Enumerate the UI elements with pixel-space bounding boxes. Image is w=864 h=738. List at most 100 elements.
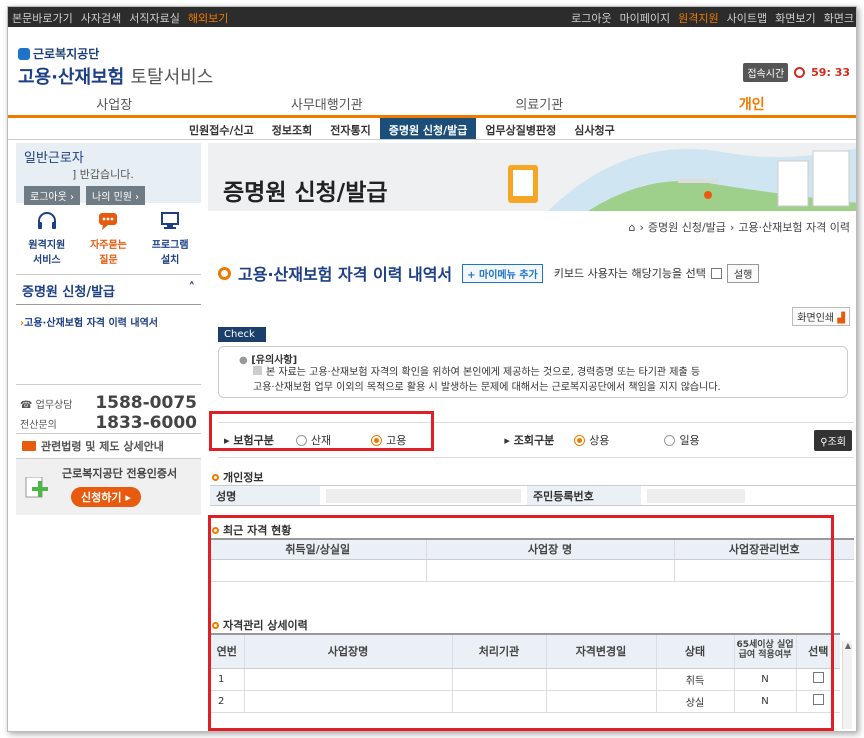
scroll-up-icon[interactable]: ▲ [843,641,853,653]
remote-support-link[interactable]: 원격지원 [678,10,718,26]
notice-line1: 본 자료는 고용·산재보험 자격의 확인을 위하여 본인에게 제공하는 것으로,… [266,367,701,378]
sidebar-item-label: 고용·산재보험 자격 이력 내역서 [24,318,158,329]
certificate-apply-button[interactable]: 신청하기 ▸ [71,487,141,507]
radio-ilyong[interactable]: 일용 [664,432,700,448]
notice-content: ● [유의사항] 본 자료는 고용·산재보험 자격의 확인을 위하여 본인에게 … [218,346,848,398]
logo-suffix: 토탈서비스 [130,67,214,88]
certificate-panel: 근로복지공단 전용인증서 신청하기 ▸ [16,459,201,515]
title-ring-icon [218,266,231,280]
chevron-up-icon: ˄ [188,281,196,296]
radio-ilyong-circle[interactable] [664,434,676,446]
top-utility-bar: 본문바로가기 사자검색 서직자료실 해외보기 로그아웃 마이페이지 원격지원 사… [8,7,856,27]
faq-button[interactable]: 자주묻는 질문 [80,211,136,274]
my-petition-button[interactable]: 나의 민원 › [86,186,146,205]
phone1-number: 1588-0075 [95,393,197,413]
program-label2: 설치 [160,255,180,266]
screen-view-link[interactable]: 화면보기 [775,10,815,26]
subnav-certificate[interactable]: 증명원 신청/발급 [379,118,477,139]
notice-square-icon [253,366,262,375]
subnav-info[interactable]: 정보조회 [263,118,321,139]
sitemap-link[interactable]: 사이트맵 [727,10,767,26]
setting-button[interactable]: 설행 [726,263,760,283]
phone2-label: 전산문의 [20,420,57,431]
rrn-header: 주민등록번호 [527,485,641,506]
tab-business[interactable]: 사업장 [8,91,221,115]
law-guide-link[interactable]: 관련법령 및 제도 상세안내 [16,433,201,459]
tab-agency[interactable]: 사무대행기관 [221,91,434,115]
add-mymenu-label: 마이메뉴 추가 [479,269,538,281]
faq-label1: 자주묻는 [90,240,127,251]
chat-bubble-icon [99,213,118,230]
session-timer: 접속시간 59: 33 [743,63,850,82]
tab-personal[interactable]: 개인 [646,91,857,115]
quick-links: 원격지원 서비스 자주묻는 질문 프로그램 설치 [16,211,201,275]
print-button[interactable]: 화면인쇄 ▟ [792,307,850,326]
add-mymenu-button[interactable]: + 마이메뉴 추가 [462,263,543,283]
my-petition-label: 나의 민원 [92,192,132,203]
rrn-value [647,488,745,503]
logo-org-name: 근로복지공단 [33,47,100,61]
home-icon[interactable]: ⌂ [628,221,635,234]
subnav-disease[interactable]: 업무상질병판정 [476,118,565,139]
skip-to-content-link[interactable]: 본문바로가기 [12,10,73,26]
clock-icon [794,67,806,78]
page-banner: 증명원 신청/발급 [208,143,856,211]
radio-sangyong-label: 상용 [589,434,610,447]
remote-support-label2: 서비스 [33,255,61,266]
headset-icon [37,212,56,229]
query-button[interactable]: ⚲조회 [814,429,852,451]
keyboard-checkbox[interactable] [710,267,722,279]
remote-support-label1: 원격지원 [28,240,66,251]
page-title: 고용·산재보험 자격 이력 내역서 [238,265,453,284]
radio-sangyong-circle[interactable] [574,434,586,446]
overseas-link[interactable]: 해외보기 [188,10,228,26]
check-tag: Check [218,327,266,342]
greeting: ] 반갑습니다. [72,168,134,181]
sidebar-logout-button[interactable]: 로그아웃 › [24,186,80,205]
logout-link[interactable]: 로그아웃 [571,10,611,26]
sidebar-item-qualification-history[interactable]: ›고용·산재보험 자격 이력 내역서 [16,305,201,385]
breadcrumb-level2[interactable]: 고용·산재보험 자격 이력 [738,219,850,235]
highlight-insurance-type [209,411,434,451]
sub-nav: 민원접수/신고 정보조회 전자통지 증명원 신청/발급 업무상질병판정 심사청구 [8,118,856,140]
contact-info: ☎ 업무상담 1588-0075 전산문의 1833-6000 [16,385,201,433]
name-header: 성명 [210,485,320,506]
radio-sangyong[interactable]: 상용 [574,432,609,448]
query-type-label: ▸ 조회구분 [504,434,555,447]
sidebar-logout-label: 로그아웃 [30,192,67,203]
personal-info-title: 개인정보 [212,469,263,485]
section-dot-icon [212,473,219,481]
banner-title: 증명원 신청/발급 [223,180,388,206]
page-title-row: 고용·산재보험 자격 이력 내역서 + 마이메뉴 추가 키보드 사용자는 해당기… [218,261,760,285]
subnav-petition[interactable]: 민원접수/신고 [180,118,263,139]
sidebar-section-title[interactable]: 증명원 신청/발급 ˄ [16,275,201,305]
table-scrollbar[interactable]: ▲ [842,641,852,729]
remote-support-button[interactable]: 원격지원 서비스 [19,211,75,274]
program-install-button[interactable]: 프로그램 설치 [142,211,198,274]
faq-label2: 질문 [99,255,118,266]
search-link[interactable]: 사자검색 [81,10,121,26]
notice-line2: 고용·산재보험 업무 이외의 목적으로 활용 시 발생하는 문제에 대해서는 근… [253,381,721,393]
phone1-label: 업무상담 [35,400,73,411]
site-logo[interactable]: 근로복지공단 고용·산재보험 토탈서비스 [18,45,213,89]
certificate-title: 근로복지공단 전용인증서 [62,467,178,480]
screen-zoom-link[interactable]: 화면크 [824,10,854,26]
logo-mark-icon [18,47,30,60]
session-label[interactable]: 접속시간 [743,63,789,82]
printer-icon: ▟ [837,313,845,324]
archive-link[interactable]: 서직자료실 [129,10,180,26]
print-label: 화면인쇄 [797,313,835,324]
query-type-text: 조회구분 [513,434,555,447]
query-button-label: 조회 [827,436,846,448]
logo-title: 고용·산재보험 [18,67,125,88]
personal-info-table: 성명 주민등록번호 [210,485,856,506]
user-type: 일반근로자 [24,151,84,166]
search-icon: ⚲ [820,436,828,448]
certificate-plus-icon [25,477,48,498]
mypage-link[interactable]: 마이페이지 [620,10,671,26]
breadcrumb-level1[interactable]: 증명원 신청/발급 [648,219,726,235]
sidebar-section-label: 증명원 신청/발급 [22,285,115,300]
subnav-review[interactable]: 심사청구 [565,118,623,139]
tab-medical[interactable]: 의료기관 [433,91,646,115]
subnav-notice[interactable]: 전자통지 [321,118,379,139]
